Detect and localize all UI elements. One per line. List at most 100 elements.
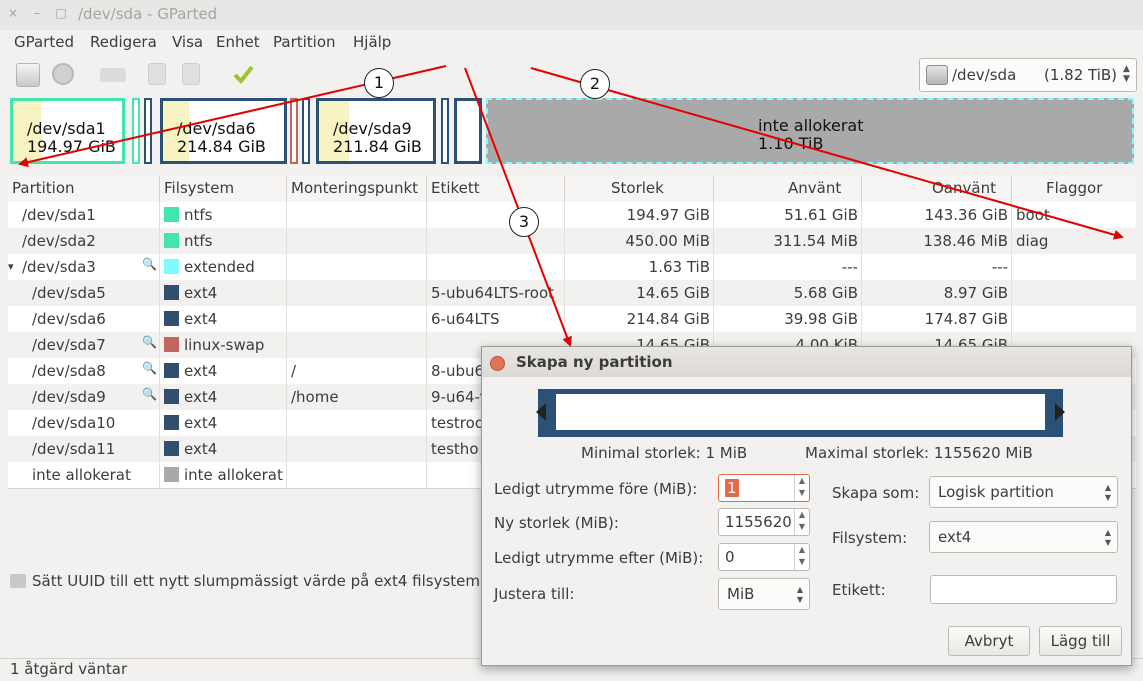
cell-filesystem: inte allokerat	[184, 466, 283, 484]
chevron-updown-icon: ▲ ▼	[1104, 528, 1111, 547]
max-size-label: Maximal storlek: 1155620 MiB	[805, 444, 1033, 462]
new-size-label: Ny storlek (MiB):	[494, 514, 619, 532]
col-mountpoint[interactable]: Monteringspunkt	[291, 179, 418, 197]
menu-device[interactable]: Enhet	[216, 33, 260, 51]
col-used[interactable]: Använt	[788, 179, 841, 197]
cell-label: 9-u64-v	[431, 388, 489, 406]
cell-partition: /dev/sda9	[32, 388, 106, 406]
col-partition[interactable]: Partition	[12, 179, 75, 197]
cell-filesystem: ntfs	[184, 206, 213, 224]
copy-icon[interactable]	[148, 63, 166, 85]
col-label[interactable]: Etikett	[431, 179, 480, 197]
diskmap-sda11[interactable]	[454, 98, 482, 164]
cell-label: 8-ubu6	[431, 362, 485, 380]
right-handle-icon[interactable]	[1055, 403, 1065, 421]
new-partition-icon[interactable]	[16, 63, 40, 87]
lock-key-icon: 🔍	[142, 387, 157, 401]
table-row[interactable]: ▾ /dev/sda3 🔍 extended 1.63 TiB --- ---	[8, 254, 1136, 280]
new-size-spinner[interactable]: 1155620 ▲ ▼	[718, 508, 810, 536]
table-row[interactable]: /dev/sda2 ntfs 450.00 MiB 311.54 MiB 138.46 …	[8, 228, 1136, 254]
diskmap-sda9[interactable]: /dev/sda9 211.84 GiB	[316, 98, 436, 164]
spinner-arrows-icon[interactable]: ▲ ▼	[794, 509, 809, 535]
cell-filesystem: ext4	[184, 414, 218, 432]
close-window-icon[interactable]: ×	[6, 6, 20, 20]
diskmap-sda6[interactable]: /dev/sda6 214.84 GiB	[160, 98, 287, 164]
col-flags[interactable]: Flaggor	[1046, 179, 1102, 197]
filesystem-color-swatch	[164, 415, 179, 430]
maximize-window-icon[interactable]: □	[54, 6, 68, 20]
device-selector[interactable]: /dev/sda (1.82 TiB) ▲ ▼	[919, 58, 1137, 92]
spinner-arrows-icon[interactable]: ▲ ▼	[794, 544, 809, 570]
free-after-value: 0	[725, 548, 735, 566]
diskmap-sda2[interactable]	[132, 98, 140, 164]
filesystem-select[interactable]: ext4 ▲ ▼	[929, 521, 1118, 553]
resize-move-icon[interactable]	[100, 68, 126, 82]
diskmap-sda1-size: 194.97 GiB	[27, 137, 116, 156]
paste-icon[interactable]	[182, 63, 200, 85]
diskmap-sda5[interactable]	[144, 98, 152, 164]
left-handle-icon[interactable]	[536, 403, 546, 421]
status-text: 1 åtgärd väntar	[10, 660, 128, 678]
filesystem-color-swatch	[164, 363, 179, 378]
cell-unused: ---	[991, 258, 1008, 276]
free-after-label: Ledigt utrymme efter (MiB):	[494, 549, 704, 567]
filesystem-color-swatch	[164, 285, 179, 300]
close-icon[interactable]	[490, 356, 505, 371]
menu-gparted[interactable]: GParted	[14, 33, 74, 51]
create-as-label: Skapa som:	[832, 484, 920, 502]
diskmap-sda1[interactable]: /dev/sda1 194.97 GiB	[10, 98, 125, 164]
align-value: MiB	[727, 585, 755, 603]
spinner-arrows-icon[interactable]: ▲ ▼	[794, 475, 809, 501]
cell-used: 311.54 MiB	[773, 232, 858, 250]
label-input[interactable]	[930, 575, 1117, 604]
col-unused[interactable]: Oanvänt	[932, 179, 996, 197]
cell-partition: /dev/sda10	[32, 414, 116, 432]
filesystem-color-swatch	[164, 337, 179, 352]
filesystem-color-swatch	[164, 311, 179, 326]
table-row[interactable]: /dev/sda6 ext4 6-u64LTS 214.84 GiB 39.98 GiB…	[8, 306, 1136, 332]
create-as-value: Logisk partition	[938, 483, 1054, 501]
cell-used: ---	[841, 258, 858, 276]
align-select[interactable]: MiB ▲ ▼	[718, 578, 810, 610]
filesystem-value: ext4	[938, 528, 972, 546]
col-size[interactable]: Storlek	[611, 179, 664, 197]
cancel-button[interactable]: Avbryt	[948, 626, 1030, 656]
lock-key-icon: 🔍	[142, 335, 157, 349]
cell-mountpoint: /home	[291, 388, 339, 406]
cell-mountpoint: /	[291, 362, 297, 380]
menu-edit[interactable]: Redigera	[90, 33, 157, 51]
diskmap-sda10[interactable]	[441, 98, 449, 164]
free-before-spinner[interactable]: 1 ▲ ▼	[718, 474, 810, 502]
cell-flags: boot	[1016, 206, 1050, 224]
device-name: /dev/sda	[952, 66, 1017, 84]
cell-partition: /dev/sda1	[22, 206, 96, 224]
menu-help[interactable]: Hjälp	[353, 33, 391, 51]
table-row[interactable]: /dev/sda5 ext4 5-ubu64LTS-root 14.65 GiB 5.6…	[8, 280, 1136, 306]
filesystem-color-swatch	[164, 207, 179, 222]
apply-icon[interactable]	[232, 63, 254, 85]
table-row[interactable]: /dev/sda1 ntfs 194.97 GiB 51.61 GiB 143.36 G…	[8, 202, 1136, 228]
col-filesystem[interactable]: Filsystem	[164, 179, 234, 197]
cell-label: testho	[431, 440, 479, 458]
menu-partition[interactable]: Partition	[273, 33, 336, 51]
filesystem-color-swatch	[164, 441, 179, 456]
cell-filesystem: ext4	[184, 362, 218, 380]
partition-size-bar[interactable]	[536, 389, 1065, 437]
harddisk-icon	[926, 65, 948, 85]
diskmap-sda8[interactable]	[302, 98, 310, 164]
free-before-label: Ledigt utrymme före (MiB):	[494, 480, 698, 498]
window-title: /dev/sda - GParted	[78, 5, 218, 23]
partition-list-header: Partition Filsystem Monteringspunkt Etik…	[8, 176, 1136, 203]
create-as-select[interactable]: Logisk partition ▲ ▼	[929, 476, 1118, 508]
diskmap-sda7[interactable]	[290, 98, 298, 164]
free-after-spinner[interactable]: 0 ▲ ▼	[718, 543, 810, 571]
pending-operation-text[interactable]: Sätt UUID till ett nytt slumpmässigt vär…	[32, 572, 480, 590]
cell-size: 194.97 GiB	[626, 206, 710, 224]
diskmap-unallocated[interactable]: inte allokerat 1.10 TiB	[486, 98, 1134, 164]
menu-view[interactable]: Visa	[172, 33, 203, 51]
delete-icon[interactable]	[52, 63, 74, 85]
minimize-window-icon[interactable]: –	[30, 6, 44, 20]
add-button[interactable]: Lägg till	[1039, 626, 1122, 656]
expander-icon[interactable]: ▾	[8, 260, 14, 273]
cell-unused: 143.36 GiB	[924, 206, 1008, 224]
